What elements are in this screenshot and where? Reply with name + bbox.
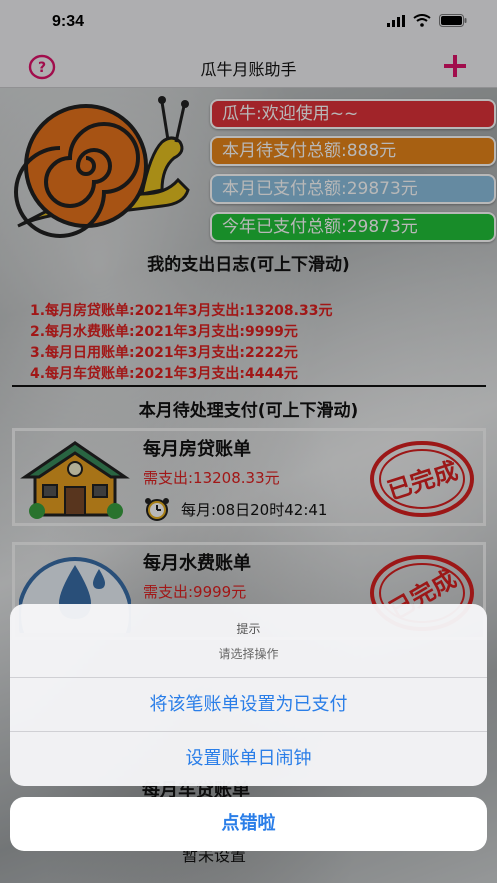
action-sheet-title: 提示: [236, 622, 261, 636]
cancel-button[interactable]: 点错啦: [10, 797, 487, 851]
action-sheet-message: 请选择操作: [218, 647, 279, 661]
mark-paid-button[interactable]: 将该笔账单设置为已支付: [10, 678, 487, 732]
action-sheet-header: 提示 请选择操作: [10, 604, 487, 678]
action-sheet: 提示 请选择操作 将该笔账单设置为已支付 设置账单日闹钟: [10, 604, 487, 786]
set-alarm-button[interactable]: 设置账单日闹钟: [10, 732, 487, 786]
